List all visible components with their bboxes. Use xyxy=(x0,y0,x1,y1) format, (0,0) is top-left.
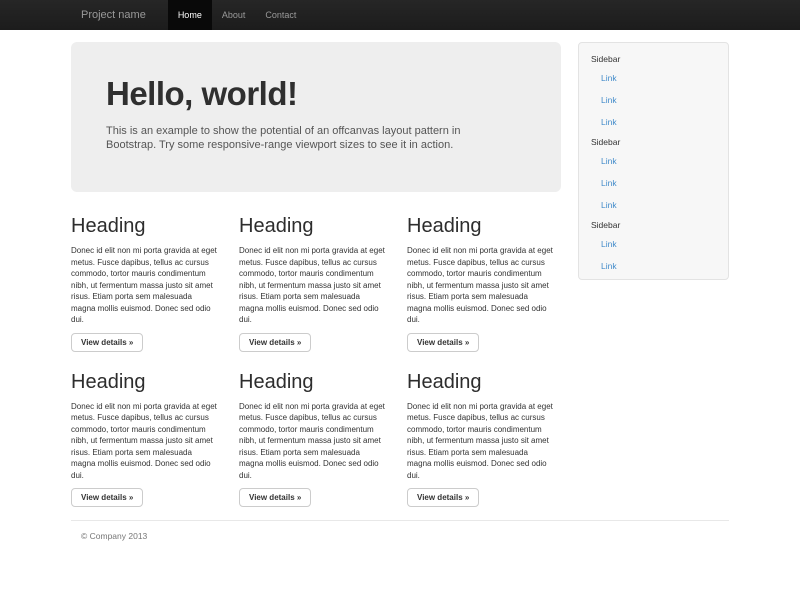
page-container: Hello, world! This is an example to show… xyxy=(71,42,729,541)
jumbotron: Hello, world! This is an example to show… xyxy=(71,42,561,192)
footer-divider xyxy=(71,520,729,521)
card-heading: Heading xyxy=(239,215,387,237)
card: Heading Donec id elit non mi porta gravi… xyxy=(239,215,387,352)
navbar-brand[interactable]: Project name xyxy=(71,0,156,30)
sidebar-link[interactable]: Link xyxy=(579,89,728,111)
nav-link-about[interactable]: About xyxy=(212,0,256,30)
card-body: Donec id elit non mi porta gravida at eg… xyxy=(407,401,555,482)
sidebar-link[interactable]: Link xyxy=(579,67,728,89)
sidebar-link[interactable]: Link xyxy=(579,233,728,255)
card: Heading Donec id elit non mi porta gravi… xyxy=(407,215,555,352)
nav-item-home[interactable]: Home xyxy=(168,0,212,30)
sidebar-link[interactable]: Link xyxy=(579,194,728,216)
jumbotron-description: This is an example to show the potential… xyxy=(106,124,486,152)
copyright-text: © Company 2013 xyxy=(81,531,729,541)
sidebar-link[interactable]: Link xyxy=(579,111,728,133)
sidebar-group-title: Sidebar xyxy=(579,133,728,150)
view-details-button[interactable]: View details » xyxy=(239,333,311,352)
card-heading: Heading xyxy=(71,215,219,237)
card-body: Donec id elit non mi porta gravida at eg… xyxy=(239,401,387,482)
card: Heading Donec id elit non mi porta gravi… xyxy=(71,215,219,352)
sidebar-link[interactable]: Link xyxy=(579,172,728,194)
sidebar-group-title: Sidebar xyxy=(579,216,728,233)
card: Heading Donec id elit non mi porta gravi… xyxy=(239,371,387,508)
sidebar-link[interactable]: Link xyxy=(579,255,728,277)
main-column: Hello, world! This is an example to show… xyxy=(71,42,561,507)
view-details-button[interactable]: View details » xyxy=(239,488,311,507)
card-heading: Heading xyxy=(239,371,387,393)
card-heading: Heading xyxy=(407,215,555,237)
view-details-button[interactable]: View details » xyxy=(407,333,479,352)
card-body: Donec id elit non mi porta gravida at eg… xyxy=(239,245,387,326)
card-body: Donec id elit non mi porta gravida at eg… xyxy=(71,401,219,482)
jumbotron-title: Hello, world! xyxy=(106,75,525,113)
navbar: Project name Home About Contact xyxy=(0,0,800,30)
view-details-button[interactable]: View details » xyxy=(71,333,143,352)
view-details-button[interactable]: View details » xyxy=(407,488,479,507)
content-row: Hello, world! This is an example to show… xyxy=(71,42,729,507)
card: Heading Donec id elit non mi porta gravi… xyxy=(71,371,219,508)
nav-item-about[interactable]: About xyxy=(212,0,256,30)
card: Heading Donec id elit non mi porta gravi… xyxy=(407,371,555,508)
view-details-button[interactable]: View details » xyxy=(71,488,143,507)
card-heading: Heading xyxy=(71,371,219,393)
sidebar-group-title: Sidebar xyxy=(579,50,728,67)
nav-link-home[interactable]: Home xyxy=(168,0,212,30)
navbar-inner: Project name Home About Contact xyxy=(71,0,729,30)
sidebar-link[interactable]: Link xyxy=(579,150,728,172)
cards-row-2: Heading Donec id elit non mi porta gravi… xyxy=(71,371,561,508)
navbar-nav: Home About Contact xyxy=(168,0,307,30)
nav-link-contact[interactable]: Contact xyxy=(255,0,306,30)
card-body: Donec id elit non mi porta gravida at eg… xyxy=(407,245,555,326)
card-heading: Heading xyxy=(407,371,555,393)
card-body: Donec id elit non mi porta gravida at eg… xyxy=(71,245,219,326)
footer: © Company 2013 xyxy=(71,531,729,541)
sidebar-column: Sidebar Link Link Link Sidebar Link Link… xyxy=(578,42,729,507)
sidebar: Sidebar Link Link Link Sidebar Link Link… xyxy=(578,42,729,280)
nav-item-contact[interactable]: Contact xyxy=(255,0,306,30)
cards-row-1: Heading Donec id elit non mi porta gravi… xyxy=(71,215,561,352)
